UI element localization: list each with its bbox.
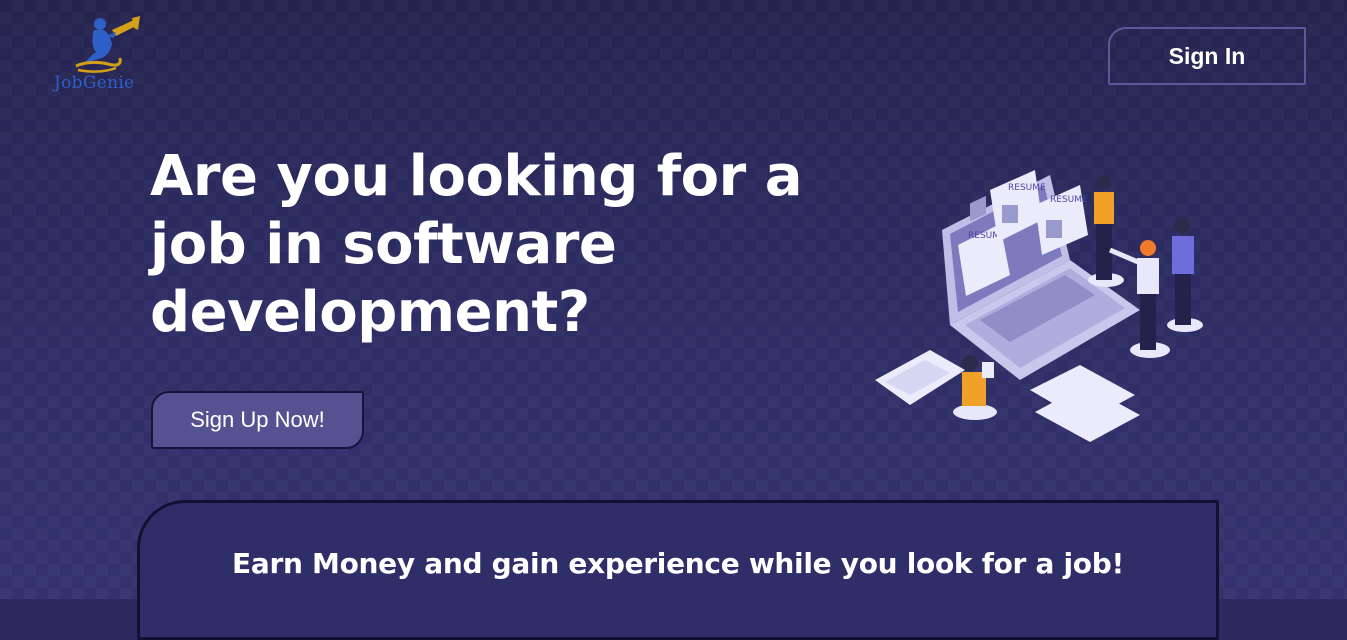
hiring-illustration: RESUME RESUME RESUME bbox=[875, 170, 1203, 442]
svg-text:RESUME: RESUME bbox=[1008, 183, 1046, 193]
svg-text:RESUME: RESUME bbox=[1050, 195, 1088, 205]
hero-headline: Are you looking for a job in software de… bbox=[150, 144, 803, 345]
sign-up-button[interactable]: Sign Up Now! bbox=[151, 391, 364, 449]
person-seated bbox=[953, 355, 997, 420]
sign-in-button[interactable]: Sign In bbox=[1108, 27, 1306, 85]
logo-text: JobGenie bbox=[54, 73, 135, 93]
person-orange bbox=[1088, 176, 1124, 287]
person-purple bbox=[1167, 218, 1203, 332]
feature-card: Earn Money and gain experience while you… bbox=[137, 500, 1219, 640]
feature-card-text: Earn Money and gain experience while you… bbox=[232, 547, 1124, 580]
